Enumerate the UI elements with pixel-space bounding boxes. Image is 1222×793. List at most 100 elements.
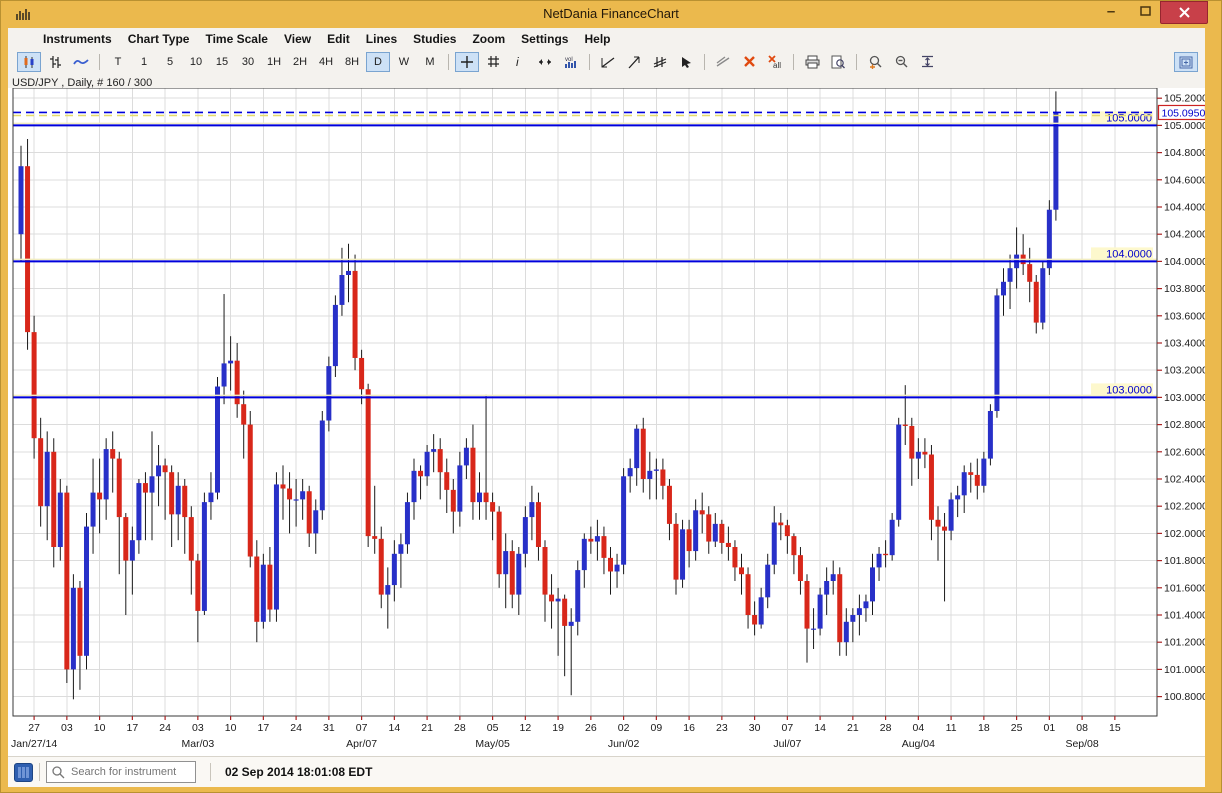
price-line-label: 103.0000: [1106, 384, 1152, 396]
timeframe-1-button[interactable]: 1: [132, 52, 156, 72]
timeframe-5-button[interactable]: 5: [158, 52, 182, 72]
menu-chart-type[interactable]: Chart Type: [121, 30, 197, 48]
candle-body: [831, 574, 836, 581]
candle-body: [326, 366, 331, 420]
candle-body: [418, 471, 423, 476]
print-preview-button[interactable]: [826, 52, 850, 72]
candle-body: [150, 476, 155, 492]
menu-view[interactable]: View: [277, 30, 318, 48]
candle-body: [71, 588, 76, 670]
candle-body: [38, 438, 43, 506]
candle-body: [523, 517, 528, 554]
volume-button[interactable]: vol: [559, 52, 583, 72]
candle-body: [123, 517, 128, 561]
print-button[interactable]: [800, 52, 824, 72]
candle-body: [261, 565, 266, 622]
candle-body: [477, 493, 482, 503]
timeframe-d-button[interactable]: D: [366, 52, 390, 72]
candle-body: [863, 601, 868, 608]
svg-text:i: i: [516, 55, 519, 68]
netdania-logo-icon[interactable]: [14, 763, 33, 782]
candle-body: [536, 502, 541, 547]
timeframe-30-button[interactable]: 30: [236, 52, 260, 72]
y-axis-label: 101.0000: [1164, 664, 1205, 676]
candle-body: [909, 426, 914, 459]
ohlc-bars-button[interactable]: [43, 52, 67, 72]
candle-body: [981, 459, 986, 486]
candle-body: [490, 502, 495, 512]
parallel-lines-button[interactable]: [648, 52, 672, 72]
close-button[interactable]: [1160, 1, 1208, 24]
candle-body: [163, 465, 168, 472]
delete-button[interactable]: [737, 52, 761, 72]
toolbar: T151015301H2H4H8HDWMivolall: [8, 50, 1205, 73]
candle-body: [117, 459, 122, 517]
delete-all-button[interactable]: all: [763, 52, 787, 72]
instrument-search[interactable]: [46, 761, 196, 783]
timeframe-1h-button[interactable]: 1H: [262, 52, 286, 72]
horizontal-expand-button[interactable]: [533, 52, 557, 72]
menu-instruments[interactable]: Instruments: [36, 30, 119, 48]
menu-zoom[interactable]: Zoom: [465, 30, 512, 48]
candle-body: [444, 472, 449, 490]
zoom-in-button[interactable]: [863, 52, 887, 72]
line-chart-button[interactable]: [69, 52, 93, 72]
remove-line-button[interactable]: [711, 52, 735, 72]
timeframe-m-button[interactable]: M: [418, 52, 442, 72]
fit-vertical-button[interactable]: [915, 52, 939, 72]
menu-settings[interactable]: Settings: [514, 30, 575, 48]
candle-body: [379, 539, 384, 595]
x-axis-day-label: 18: [978, 722, 990, 734]
candle-body: [994, 295, 999, 411]
timeframe-10-button[interactable]: 10: [184, 52, 208, 72]
candle-body: [300, 491, 305, 499]
x-axis-month-label: Sep/08: [1065, 738, 1098, 750]
menu-time-scale[interactable]: Time Scale: [198, 30, 274, 48]
x-axis-day-label: 28: [454, 722, 466, 734]
chart-area[interactable]: 105.0000104.0000103.0000100.8000101.0000…: [8, 88, 1205, 758]
candle-body: [385, 585, 390, 595]
info-button[interactable]: i: [507, 52, 531, 72]
candle-body: [647, 471, 652, 479]
title-bar[interactable]: NetDania FinanceChart –: [0, 0, 1222, 28]
candlestick-chart[interactable]: 105.0000104.0000103.0000100.8000101.0000…: [8, 88, 1205, 756]
dock-panel-button[interactable]: [1174, 52, 1198, 72]
candle-body: [451, 490, 456, 512]
content-panel: InstrumentsChart TypeTime ScaleViewEditL…: [8, 28, 1205, 786]
candle-body: [674, 524, 679, 580]
trendline-angle-button[interactable]: [622, 52, 646, 72]
toolbar-separator: [856, 54, 857, 70]
y-axis-label: 101.2000: [1164, 637, 1205, 649]
search-input[interactable]: [69, 765, 191, 779]
timeframe-15-button[interactable]: 15: [210, 52, 234, 72]
maximize-button[interactable]: [1130, 0, 1160, 22]
candle-body: [189, 517, 194, 561]
timeframe-t-button[interactable]: T: [106, 52, 130, 72]
trendline-button[interactable]: [596, 52, 620, 72]
x-axis-month-label: Apr/07: [346, 738, 377, 750]
grid-button[interactable]: [481, 52, 505, 72]
candle-body: [91, 493, 96, 527]
zoom-out-button[interactable]: [889, 52, 913, 72]
candle-body: [798, 555, 803, 581]
menu-studies[interactable]: Studies: [406, 30, 463, 48]
crosshair-button[interactable]: [455, 52, 479, 72]
candle-body: [195, 561, 200, 611]
timeframe-2h-button[interactable]: 2H: [288, 52, 312, 72]
candlestick-chart-button[interactable]: [17, 52, 41, 72]
timeframe-8h-button[interactable]: 8H: [340, 52, 364, 72]
candle-body: [503, 551, 508, 574]
price-line-label: 105.0000: [1106, 112, 1152, 124]
menu-help[interactable]: Help: [577, 30, 617, 48]
pointer-arrow-button[interactable]: [674, 52, 698, 72]
minimize-button[interactable]: –: [1096, 0, 1126, 22]
timeframe-w-button[interactable]: W: [392, 52, 416, 72]
x-axis-day-label: 19: [552, 722, 564, 734]
x-axis-day-label: 21: [847, 722, 859, 734]
timeframe-4h-button[interactable]: 4H: [314, 52, 338, 72]
menu-lines[interactable]: Lines: [359, 30, 404, 48]
candle-body: [968, 472, 973, 475]
candle-body: [1040, 268, 1045, 322]
menu-edit[interactable]: Edit: [320, 30, 357, 48]
x-axis-day-label: 28: [880, 722, 892, 734]
